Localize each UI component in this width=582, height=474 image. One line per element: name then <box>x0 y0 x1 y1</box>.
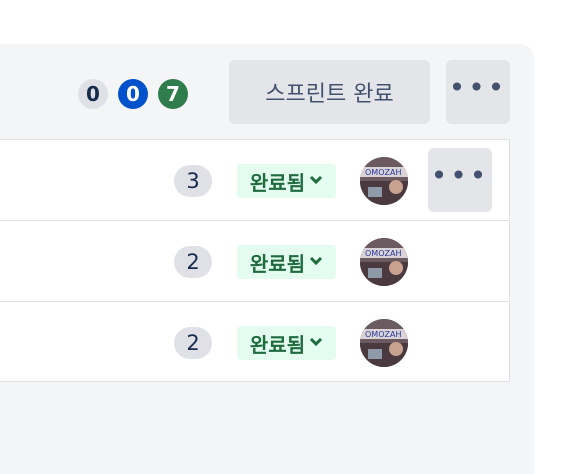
more-horizontal-icon: ••• <box>448 71 508 104</box>
complete-sprint-button[interactable]: 스프린트 완료 <box>229 60 430 124</box>
story-points-badge: 3 <box>174 165 212 197</box>
issue-row[interactable]: 2 완료됨 OMOZAH <box>0 302 509 382</box>
todo-count-badge: 0 <box>78 79 108 109</box>
issue-count-badges: 0 0 7 <box>78 79 188 109</box>
issue-row[interactable]: 2 완료됨 OMOZAH <box>0 221 509 302</box>
svg-text:OMOZAH: OMOZAH <box>365 330 401 339</box>
done-count-badge: 7 <box>158 79 188 109</box>
status-dropdown[interactable]: 완료됨 <box>237 164 336 198</box>
chevron-down-icon <box>309 336 323 350</box>
story-points-badge: 2 <box>174 246 212 278</box>
status-dropdown[interactable]: 완료됨 <box>237 326 336 360</box>
more-horizontal-icon: ••• <box>430 159 490 192</box>
assignee-avatar[interactable]: OMOZAH <box>360 319 408 367</box>
assignee-avatar[interactable]: OMOZAH <box>360 157 408 205</box>
chevron-down-icon <box>309 255 323 269</box>
story-points-badge: 2 <box>174 327 212 359</box>
status-label: 완료됨 <box>249 251 306 276</box>
status-label: 완료됨 <box>249 170 306 195</box>
sprint-more-button[interactable]: ••• <box>446 60 510 124</box>
in-progress-count-badge: 0 <box>118 79 148 109</box>
svg-text:OMOZAH: OMOZAH <box>365 249 401 258</box>
status-label: 완료됨 <box>249 332 306 357</box>
issue-more-button[interactable]: ••• <box>428 148 492 212</box>
status-dropdown[interactable]: 완료됨 <box>237 245 336 279</box>
assignee-avatar[interactable]: OMOZAH <box>360 238 408 286</box>
chevron-down-icon <box>309 174 323 188</box>
svg-text:OMOZAH: OMOZAH <box>365 168 401 177</box>
